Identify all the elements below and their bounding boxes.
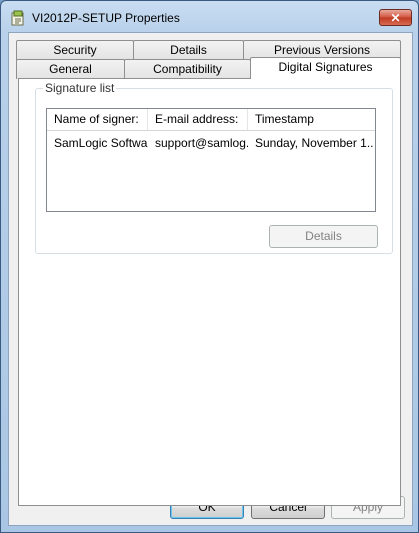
signer-email-cell: support@samlog... xyxy=(155,136,248,150)
digital-signatures-panel: Signature list Name of signer: E-mail ad… xyxy=(18,78,401,506)
table-row[interactable]: SamLogic Software support@samlog... Sund… xyxy=(47,134,375,152)
signature-list-view[interactable]: Name of signer: E-mail address: Timestam… xyxy=(46,108,376,212)
details-button[interactable]: Details xyxy=(269,225,378,248)
properties-window: VI2012P-SETUP Properties ✕ Security Deta… xyxy=(0,0,419,533)
close-icon: ✕ xyxy=(390,11,401,25)
dialog-client-area: Security Details Previous Versions Gener… xyxy=(8,32,413,526)
close-button[interactable]: ✕ xyxy=(379,9,412,26)
signature-list-group: Signature list Name of signer: E-mail ad… xyxy=(35,81,393,254)
signer-name-cell: SamLogic Software xyxy=(54,136,148,150)
column-header-email-address[interactable]: E-mail address: xyxy=(148,109,248,130)
tab-digital-signatures[interactable]: Digital Signatures xyxy=(250,57,401,79)
signer-timestamp-cell: Sunday, November 1... xyxy=(255,136,373,150)
signature-list-label: Signature list xyxy=(43,81,117,95)
column-header-timestamp[interactable]: Timestamp xyxy=(248,109,375,130)
title-bar[interactable]: VI2012P-SETUP Properties ✕ xyxy=(1,1,418,35)
column-header-name-of-signer[interactable]: Name of signer: xyxy=(47,109,148,130)
tab-security[interactable]: Security xyxy=(16,40,134,60)
list-header: Name of signer: E-mail address: Timestam… xyxy=(47,109,375,131)
tab-details[interactable]: Details xyxy=(133,40,244,60)
tab-general[interactable]: General xyxy=(16,59,125,79)
setup-file-icon xyxy=(11,10,24,26)
window-title: VI2012P-SETUP Properties xyxy=(32,11,180,25)
tab-compatibility[interactable]: Compatibility xyxy=(124,59,251,79)
